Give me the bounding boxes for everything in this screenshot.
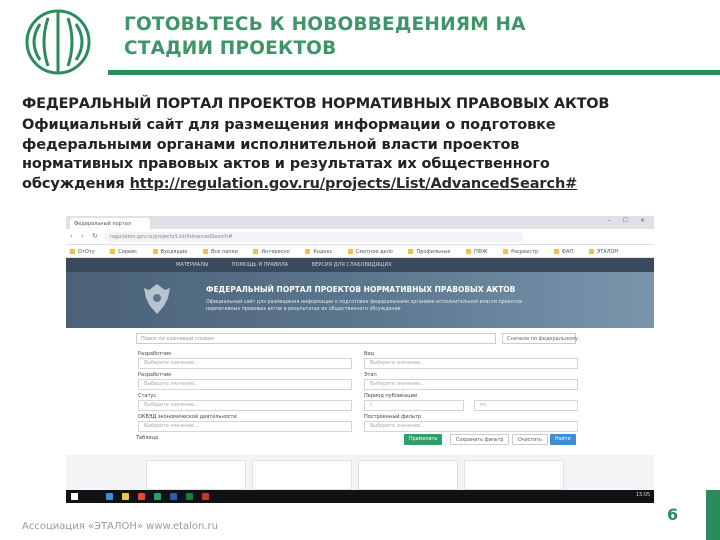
status-select[interactable]: Выберите значение... [138,400,352,411]
portal-heading: ФЕДЕРАЛЬНЫЙ ПОРТАЛ ПРОЕКТОВ НОРМАТИВНЫХ … [22,96,610,112]
field-label: Разработчик [138,372,172,378]
bookmark-item[interactable]: ФАП [554,249,573,255]
dept-select[interactable]: Выберите значение... [138,358,352,369]
bookmark-item[interactable]: Росреестр [503,249,538,255]
browser-tabbar: Федеральный портал – ☐ ✕ [66,216,654,229]
period-from-input[interactable]: с [364,400,464,411]
reset-button[interactable]: Очистить [512,434,548,445]
nav-buttons-icon[interactable]: ‹ › ↻ [70,232,101,240]
slide-title-line-1: ГОТОВЬТЕСЬ К НОВОВВЕДЕНИЯМ НА [124,14,526,35]
bookmark-item[interactable]: Профильные [408,249,450,255]
tray-clock[interactable]: 15:05 [636,493,650,498]
description-line-2: федеральными органами исполнительной вла… [22,136,520,153]
find-button[interactable]: Найти [550,434,576,445]
browser-toolbar: ‹ › ↻ regulation.gov.ru/projects/List/Ad… [66,229,654,245]
browser-tab-title: Федеральный портал [74,221,132,227]
bookmark-item[interactable]: Входящие [153,249,188,255]
apply-button[interactable]: Применить [404,434,443,445]
advanced-search-form: Разработчик Выберите значение... Вид Выб… [66,347,654,455]
taskbar-app-icon[interactable] [154,493,161,500]
search-input[interactable]: Поиск по ключевым словам [136,333,496,344]
coat-of-arms-icon [144,284,170,314]
site-nav-item[interactable]: ВЕРСИЯ ДЛЯ СЛАБОВИДЯЩИХ [312,262,392,268]
address-bar[interactable]: regulation.gov.ru/projects/List/Advanced… [104,232,524,242]
bookmark-item[interactable]: Интересно [253,249,289,255]
portal-description: Официальный сайт для размещения информац… [22,116,702,194]
sort-select[interactable]: Сначала по федеральному [502,333,578,344]
field-label: Разработчик [138,351,172,357]
windows-taskbar: 15:05 [66,490,654,503]
bookmark-item[interactable]: ОтОту [70,249,95,255]
field-label: ОКВЭД экономической деятельности [138,414,237,420]
description-line-3: нормативных правовых актов и результатах… [22,156,550,172]
page-number: 6 [667,505,679,524]
bookmark-item[interactable]: Кодекс [305,249,332,255]
footer-text: Ассоциация «ЭТАЛОН» www.etalon.ru [22,521,219,532]
start-icon[interactable] [71,493,78,500]
results-cards [66,456,654,490]
taskbar-app-icon[interactable] [170,493,177,500]
field-label: Статус [138,393,157,399]
result-card[interactable] [146,460,246,490]
field-label: Период публикации [364,393,418,399]
portal-banner-title: ФЕДЕРАЛЬНЫЙ ПОРТАЛ ПРОЕКТОВ НОРМАТИВНЫХ … [206,285,516,294]
portal-banner: ФЕДЕРАЛЬНЫЙ ПОРТАЛ ПРОЕКТОВ НОРМАТИВНЫХ … [66,272,654,328]
save-filter-button[interactable]: Сохранить фильтр [450,434,510,445]
description-line-4: обсуждения http://regulation.gov.ru/proj… [22,175,702,195]
bookmarks-bar: ОтОту Сервис Входящие Все папки Интересн… [66,245,654,258]
page-accent-bar [706,490,720,540]
bookmark-item[interactable]: Все папки [203,249,238,255]
result-card[interactable] [464,460,564,490]
taskbar-app-icon[interactable] [202,493,209,500]
type-select[interactable]: Выберите значение... [364,358,578,369]
bookmark-item[interactable]: ПФЖ [466,249,487,255]
saved-filter-select[interactable]: Выберите значение... [364,421,578,432]
okved-select[interactable]: Выберите значение... [138,421,352,432]
etalon-logo [25,9,91,75]
result-card[interactable] [358,460,458,490]
period-to-input[interactable]: по [474,400,578,411]
slide-title-line-2: СТАДИИ ПРОЕКТОВ [124,38,337,59]
description-line-1: Официальный сайт для размещения информац… [22,117,556,133]
bookmark-item[interactable]: Сервис [110,249,137,255]
search-row: Поиск по ключевым словам Сначала по феде… [66,328,654,347]
browser-screenshot: Федеральный портал – ☐ ✕ ‹ › ↻ regulatio… [66,216,654,503]
taskbar-app-icon[interactable] [138,493,145,500]
window-controls[interactable]: – ☐ ✕ [608,217,650,224]
result-card[interactable] [252,460,352,490]
bookmark-item[interactable]: ЭТАЛОН [589,249,618,255]
portal-banner-desc: Официальный сайт для размещения информац… [206,300,523,312]
developer-select[interactable]: Выберите значение... [138,379,352,390]
taskbar-app-icon[interactable] [186,493,193,500]
slide-title: ГОТОВЬТЕСЬ К НОВОВВЕДЕНИЯМ НА СТАДИИ ПРО… [124,13,644,61]
title-divider [108,70,720,75]
field-label: Вид [364,351,375,357]
browser-tab[interactable]: Федеральный портал [70,218,150,229]
description-last-words: обсуждения [22,175,125,192]
portal-link[interactable]: http://regulation.gov.ru/projects/List/A… [130,176,578,192]
taskbar-app-icon[interactable] [122,493,129,500]
taskbar-app-icon[interactable] [106,493,113,500]
field-label: Построенный фильтр [364,414,421,420]
site-nav-item[interactable]: МАТЕРИАЛЫ [176,262,208,268]
site-nav-item[interactable]: ПОМОЩЬ И ПРАВИЛА [232,262,288,268]
site-nav: МАТЕРИАЛЫ ПОМОЩЬ И ПРАВИЛА ВЕРСИЯ ДЛЯ СЛ… [66,258,654,272]
stage-select[interactable]: Выберите значение... [364,379,578,390]
table-view-toggle[interactable]: Таблица [136,435,158,441]
field-label: Этап [364,372,377,378]
bookmark-item[interactable]: Сметное дело [348,249,393,255]
